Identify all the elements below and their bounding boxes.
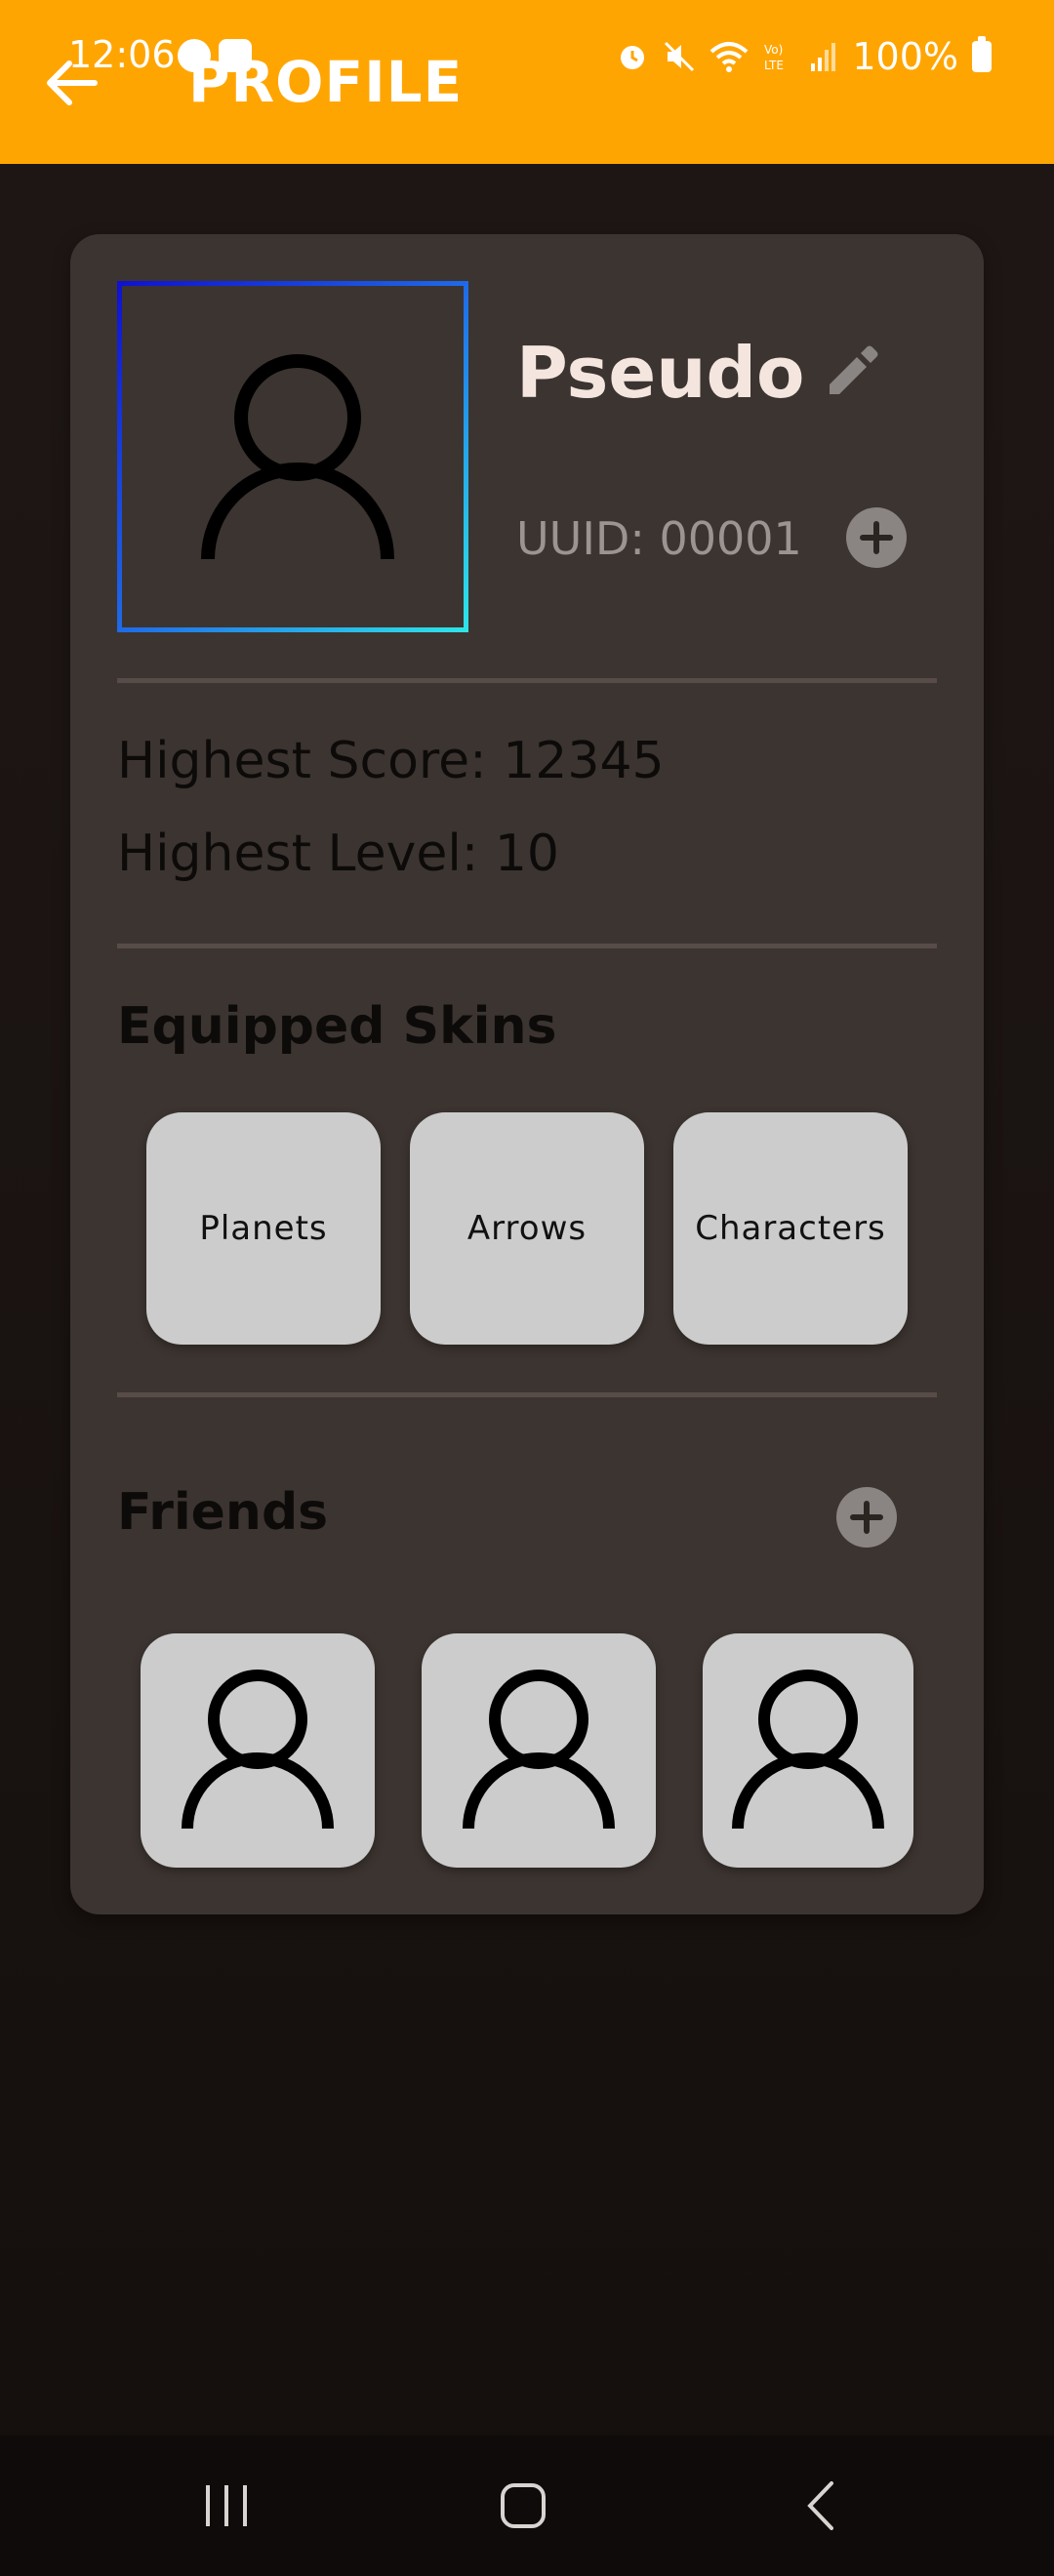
divider [117,944,937,948]
home-button[interactable] [484,2467,562,2545]
edit-name-button[interactable] [822,342,890,410]
status-time: 12:06 [68,33,176,76]
system-nav-bar [0,2435,1054,2576]
person-icon [182,1670,334,1830]
app-bar: 12:06 PROFILE Vo) LTE 100% [0,0,1054,164]
profile-card: Pseudo UUID: 00001 Highest Score: 12345 … [70,234,984,1914]
profile-name: Pseudo [516,332,805,414]
friend-avatar[interactable] [703,1633,913,1868]
status-bar-right: Vo) LTE 100% [616,35,992,78]
wifi-icon [710,42,749,72]
battery-icon [972,36,992,72]
home-icon [501,2483,546,2528]
divider [117,1392,937,1397]
divider [117,678,937,683]
battery-percent: 100% [852,35,958,78]
svg-text:Vo): Vo) [764,43,783,57]
skin-button-characters[interactable]: Characters [673,1112,908,1345]
person-icon [201,354,394,560]
skin-button-arrows[interactable]: Arrows [410,1112,644,1345]
alarm-icon [621,46,645,69]
recents-icon [206,2485,247,2526]
volte-icon: Vo) LTE [764,43,784,72]
mute-icon [665,41,695,72]
pencil-icon [830,345,878,394]
friends-title: Friends [117,1483,329,1542]
chevron-left-icon [807,2481,833,2530]
svg-text:LTE: LTE [764,59,784,72]
plus-icon [860,521,893,554]
plus-icon [850,1501,883,1534]
highest-score: Highest Score: 12345 [117,732,665,790]
page-title: PROFILE [188,49,464,115]
person-icon [463,1670,615,1830]
add-uuid-button[interactable] [846,507,907,568]
equipped-skins-title: Equipped Skins [117,997,557,1056]
highest-level: Highest Level: 10 [117,825,559,883]
profile-avatar[interactable] [117,281,468,632]
friend-avatar[interactable] [422,1633,656,1868]
uuid-label: UUID: 00001 [516,512,802,565]
skin-button-planets[interactable]: Planets [146,1112,381,1345]
signal-icon [811,43,836,71]
recents-button[interactable] [187,2467,265,2545]
add-friend-button[interactable] [836,1487,897,1548]
friend-avatar[interactable] [141,1633,375,1868]
person-icon [732,1670,884,1830]
nav-back-button[interactable] [781,2467,859,2545]
